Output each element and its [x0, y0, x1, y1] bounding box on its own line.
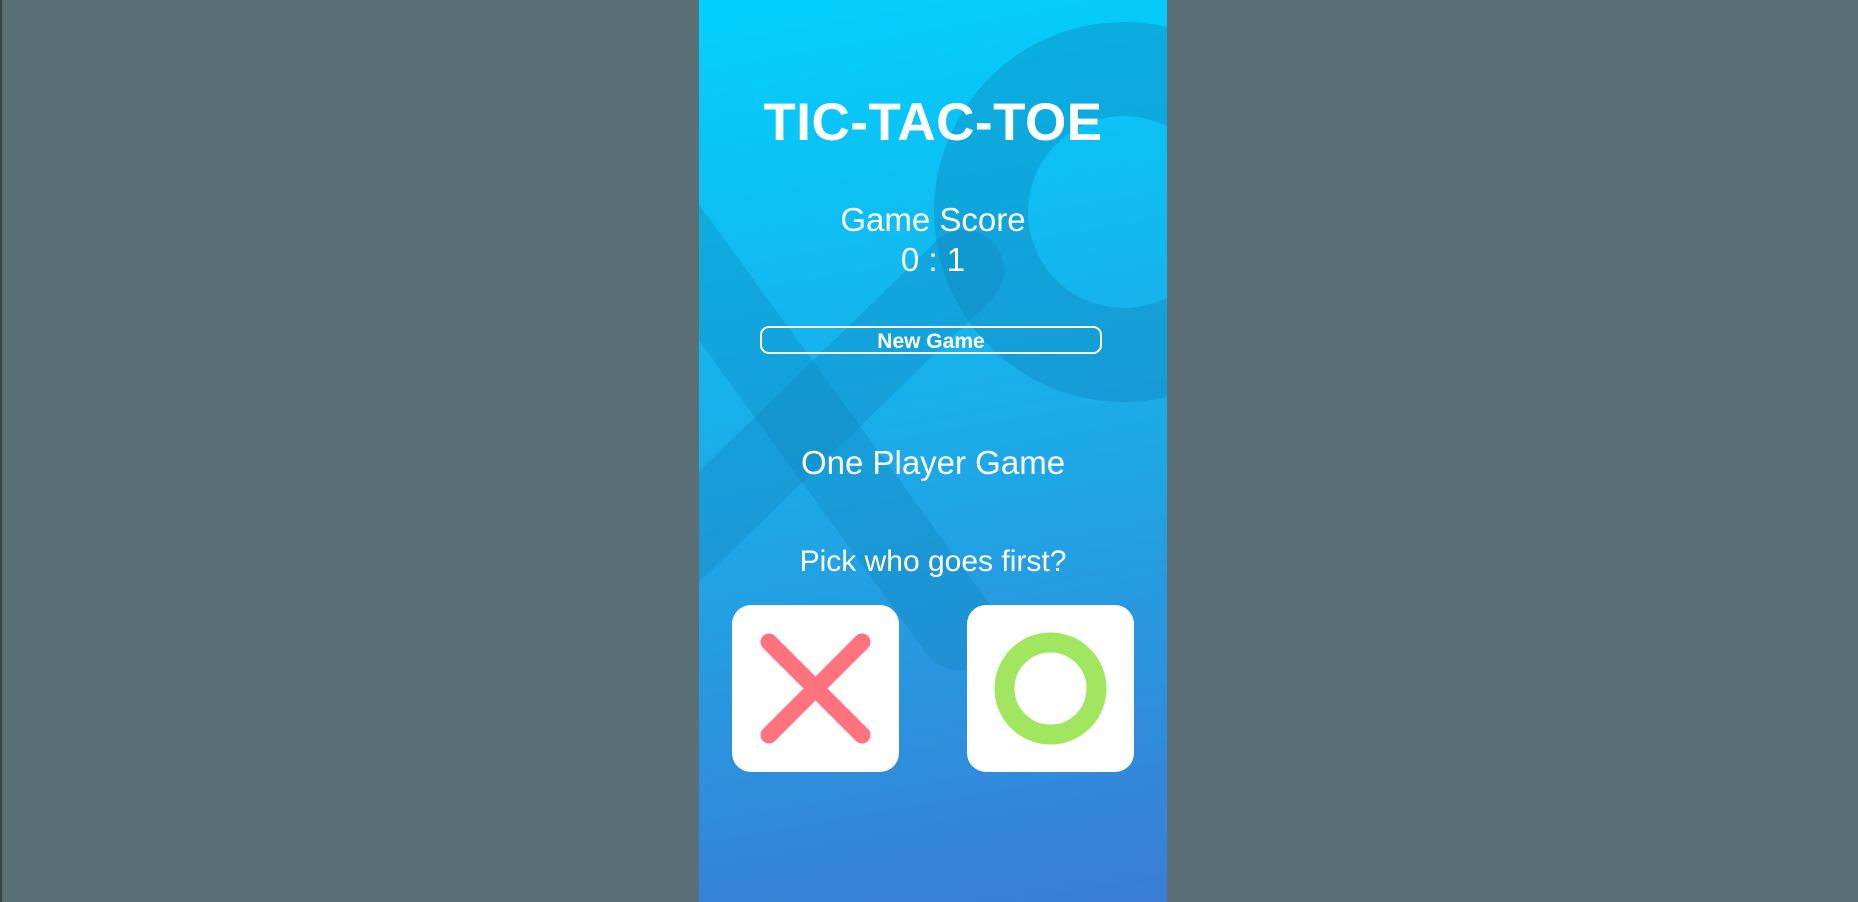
- score-value: 0 : 1: [900, 241, 966, 278]
- score-label: Game Score: [840, 201, 1026, 238]
- pick-x-button[interactable]: [732, 605, 899, 772]
- o-mark: [994, 632, 1107, 745]
- pick-o-button[interactable]: [967, 605, 1134, 772]
- o-icon: [994, 632, 1107, 745]
- page-edge: [0, 0, 2, 902]
- x-mark: [760, 633, 871, 744]
- new-game-button[interactable]: New Game: [760, 326, 1102, 354]
- game-mode-label: One Player Game: [800, 444, 1066, 481]
- game-title: TIC-TAC-TOE: [763, 93, 1103, 152]
- game-screen: TIC-TAC-TOE Game Score 0 : 1 New Game On…: [699, 0, 1167, 902]
- x-icon: [760, 633, 871, 744]
- pick-first-prompt: Pick who goes first?: [799, 545, 1067, 578]
